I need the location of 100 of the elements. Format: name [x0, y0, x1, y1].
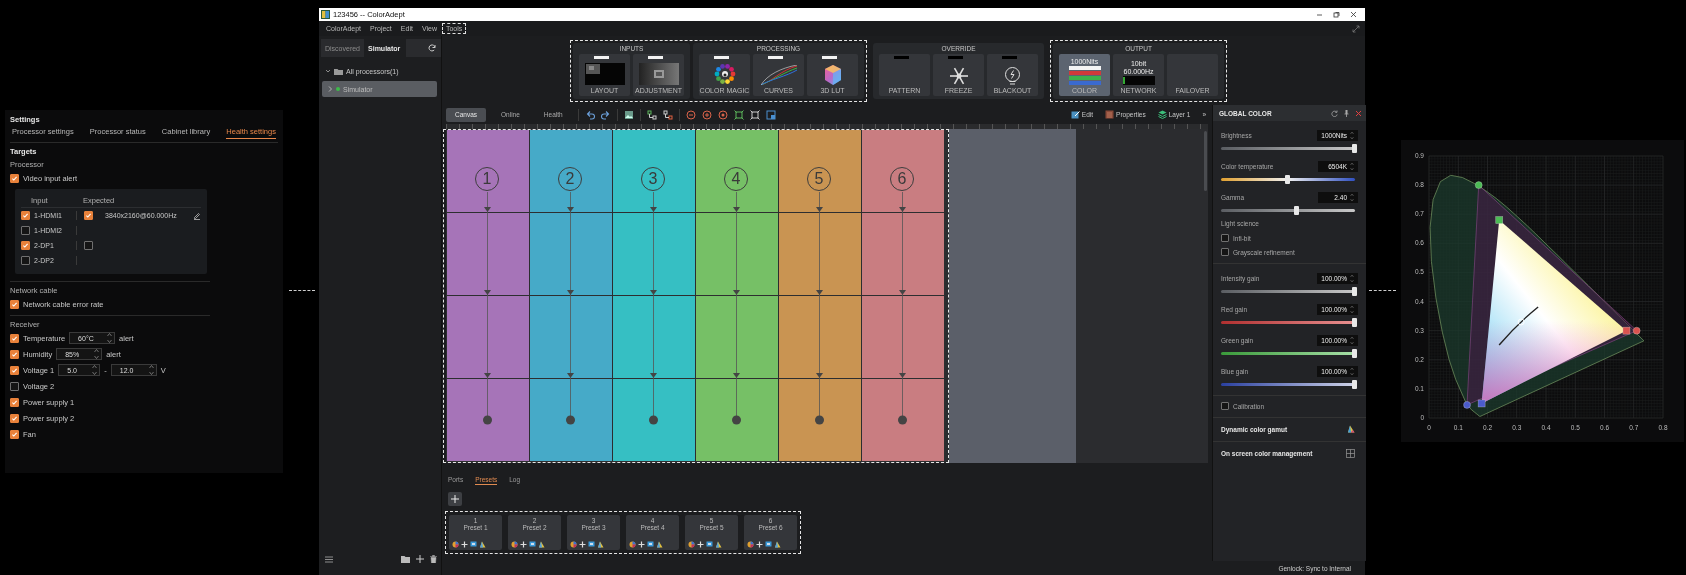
- checkbox[interactable]: [1221, 234, 1229, 242]
- signal-meter-icon: [1122, 75, 1155, 85]
- gamut-icon: [479, 541, 486, 548]
- checkbox[interactable]: [10, 333, 19, 343]
- slider-thumb[interactable]: [1294, 205, 1300, 215]
- curves-chart-icon: [760, 64, 797, 85]
- crop-icon[interactable]: [749, 109, 760, 120]
- adjustment-thumbnail: [638, 62, 679, 85]
- menu-icon[interactable]: [325, 555, 333, 563]
- color-wheel-icon: [570, 541, 577, 548]
- square-marker: [1622, 326, 1631, 335]
- move-icon: [697, 541, 704, 548]
- square-marker: [1477, 399, 1486, 408]
- close-icon[interactable]: [1355, 109, 1362, 117]
- snowflake-icon: [949, 66, 968, 85]
- monitor-icon: [529, 541, 536, 548]
- checkbox[interactable]: [21, 241, 30, 250]
- slider-track[interactable]: [1221, 351, 1355, 355]
- connect-icon[interactable]: [646, 109, 657, 120]
- color-wheel-icon: [713, 62, 736, 85]
- slider-thumb[interactable]: [1352, 317, 1357, 327]
- scrollbar[interactable]: [1204, 131, 1207, 191]
- spin-arrows-icon[interactable]: [148, 365, 154, 375]
- spin-arrows-icon[interactable]: [92, 365, 98, 375]
- slider-track[interactable]: [1221, 208, 1355, 212]
- checkbox[interactable]: [10, 349, 19, 359]
- zoom-out-icon[interactable]: [685, 109, 696, 120]
- checkbox[interactable]: [1221, 248, 1229, 256]
- layers-icon: [1157, 110, 1167, 119]
- slider-thumb[interactable]: [1352, 143, 1357, 153]
- panel-icon[interactable]: [765, 109, 776, 120]
- leader-line: [289, 290, 315, 291]
- color-wheel-icon: [747, 541, 754, 548]
- spin-arrows-icon: [1350, 161, 1354, 171]
- add-icon: [451, 495, 459, 503]
- disconnect-icon[interactable]: [662, 109, 673, 120]
- fit-icon[interactable]: [733, 109, 744, 120]
- gamut-icon: [597, 541, 604, 548]
- close-icon[interactable]: [1350, 11, 1357, 18]
- spin-arrows-icon[interactable]: [107, 333, 113, 343]
- spin-arrows-icon: [1350, 304, 1354, 314]
- pin-icon[interactable]: [1344, 109, 1349, 117]
- checkbox[interactable]: [84, 211, 93, 220]
- pencil-icon[interactable]: [193, 211, 201, 220]
- slider-track[interactable]: [1221, 320, 1355, 324]
- spin-arrows-icon: [1350, 366, 1354, 376]
- redo-icon[interactable]: [600, 109, 611, 120]
- checkbox[interactable]: [21, 256, 30, 265]
- add-icon[interactable]: [416, 555, 424, 563]
- slider-thumb[interactable]: [1285, 174, 1290, 184]
- spin-arrows-icon: [1350, 335, 1354, 345]
- expand-icon[interactable]: [1352, 24, 1360, 33]
- monitor-icon: [706, 541, 713, 548]
- refresh-icon: [427, 43, 437, 53]
- slider-thumb[interactable]: [1352, 286, 1357, 296]
- planckian-locus-line: [1498, 306, 1539, 346]
- monitor-icon: [647, 541, 654, 548]
- move-icon: [756, 541, 763, 548]
- move-icon: [520, 541, 527, 548]
- checkbox[interactable]: [10, 381, 19, 391]
- checkbox[interactable]: [10, 299, 19, 309]
- slider-track[interactable]: [1221, 146, 1355, 150]
- gamut-icon: [715, 541, 722, 548]
- undo-icon[interactable]: [584, 109, 595, 120]
- list-icon: [1105, 110, 1115, 119]
- app-icon: [321, 10, 330, 19]
- spin-arrows-icon[interactable]: [94, 349, 100, 359]
- slider-track[interactable]: [1221, 177, 1355, 181]
- checkbox[interactable]: [1221, 402, 1229, 410]
- checkbox[interactable]: [10, 365, 19, 375]
- slider-track[interactable]: [1221, 289, 1355, 293]
- delete-icon[interactable]: [430, 555, 437, 563]
- checkbox[interactable]: [10, 429, 19, 439]
- move-icon: [579, 541, 586, 548]
- folder-icon: [334, 67, 343, 75]
- square-marker: [1495, 216, 1503, 224]
- reset-icon[interactable]: [1331, 109, 1338, 117]
- color-bars-icon: [1068, 65, 1101, 85]
- folder-icon[interactable]: [401, 555, 410, 563]
- gamut-icon[interactable]: [1347, 425, 1355, 433]
- monitor-icon: [765, 541, 772, 548]
- image-icon[interactable]: [623, 109, 634, 120]
- circle-marker: [1632, 326, 1641, 335]
- zoom-reset-icon[interactable]: [717, 109, 728, 120]
- color-wheel-icon: [629, 541, 636, 548]
- slider-track[interactable]: [1221, 382, 1355, 386]
- checkbox[interactable]: [84, 241, 93, 250]
- checkbox[interactable]: [10, 397, 19, 407]
- checkbox[interactable]: [21, 211, 30, 220]
- restore-icon[interactable]: [1333, 11, 1340, 18]
- checkbox[interactable]: [21, 226, 30, 235]
- refresh-button[interactable]: [406, 39, 441, 57]
- checkbox[interactable]: [10, 173, 19, 183]
- add-button[interactable]: [448, 492, 462, 506]
- zoom-in-icon[interactable]: [701, 109, 712, 120]
- slider-thumb[interactable]: [1352, 379, 1357, 389]
- color-wheel-icon: [688, 541, 695, 548]
- checkbox[interactable]: [10, 413, 19, 423]
- grid-icon[interactable]: [1346, 448, 1355, 458]
- slider-thumb[interactable]: [1352, 348, 1357, 358]
